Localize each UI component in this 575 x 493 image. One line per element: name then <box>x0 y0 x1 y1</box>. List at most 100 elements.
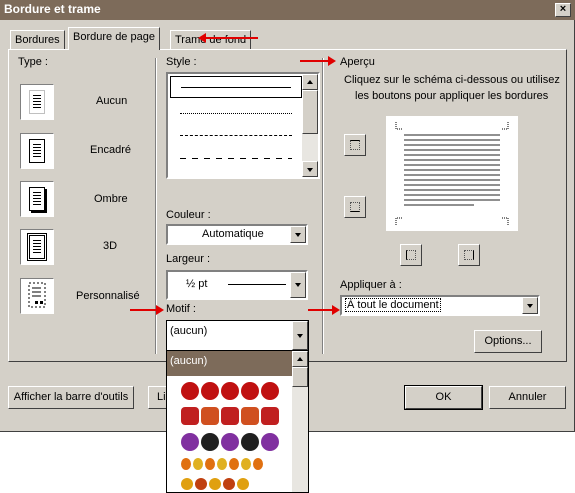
couleur-select[interactable]: Automatique <box>166 224 308 245</box>
custom-page-icon <box>28 282 46 308</box>
largeur-value: ½ pt <box>186 278 208 290</box>
tab-bordures[interactable]: Bordures <box>10 30 65 50</box>
preview-line <box>404 144 500 146</box>
motif-dropdown-button[interactable] <box>292 321 308 350</box>
ok-button[interactable]: OK <box>404 385 483 410</box>
couleur-value: Automatique <box>202 228 264 240</box>
motif-dropdown-list[interactable]: (aucun) <box>166 350 309 493</box>
page-none-icon[interactable] <box>20 84 54 120</box>
style-scrollbar[interactable] <box>302 74 318 177</box>
apercu-instruction-1: Cliquez sur le schéma ci-dessous ou util… <box>344 74 560 86</box>
preview-line <box>404 149 500 151</box>
close-button[interactable]: × <box>555 3 571 17</box>
style-dashed-line[interactable] <box>180 135 292 136</box>
fruit-icon[interactable] <box>181 478 249 490</box>
page-custom-icon[interactable] <box>20 278 54 314</box>
largeur-dropdown-button[interactable] <box>290 272 306 298</box>
options-button[interactable]: Options... <box>474 330 542 353</box>
border-preview[interactable] <box>386 116 518 231</box>
annotation-arrow <box>130 305 164 315</box>
border-right-icon <box>464 250 474 260</box>
up-arrow-icon <box>297 357 303 361</box>
preview-line <box>404 134 500 136</box>
style-dotted-line[interactable] <box>180 113 292 114</box>
type-ombre-label[interactable]: Ombre <box>94 193 128 205</box>
purple-candy-icon[interactable] <box>181 433 279 451</box>
title-bar: Bordure et trame × <box>0 0 575 20</box>
type-encadre-label[interactable]: Encadré <box>90 144 131 156</box>
tab-label: Bordure de page <box>73 31 155 43</box>
left-border-button[interactable] <box>400 244 422 266</box>
preview-line <box>404 199 500 201</box>
annotation-arrow <box>300 56 336 66</box>
type-3d-label[interactable]: 3D <box>103 240 117 252</box>
heart-basket-icon[interactable] <box>181 407 279 425</box>
appliquer-value: À tout le document <box>345 298 441 312</box>
preview-line <box>404 169 500 171</box>
scroll-up-button[interactable] <box>292 351 308 367</box>
preview-line <box>404 179 500 181</box>
type-aucun-label[interactable]: Aucun <box>96 95 127 107</box>
tab-label: Bordures <box>15 34 60 46</box>
appliquer-select[interactable]: À tout le document <box>340 295 540 316</box>
apercu-label: Aperçu <box>340 56 375 68</box>
type-label: Type : <box>18 56 48 68</box>
border-bottom-icon <box>350 202 360 212</box>
appliquer-dropdown-button[interactable] <box>522 297 538 314</box>
apercu-instruction-2: les boutons pour appliquer les bordures <box>355 90 549 102</box>
down-arrow-icon <box>307 168 313 172</box>
border-top-icon <box>350 140 360 150</box>
annotation-arrow <box>308 305 340 315</box>
chevron-down-icon <box>295 283 301 287</box>
preview-line <box>404 204 474 206</box>
right-border-button[interactable] <box>458 244 480 266</box>
page-box-icon[interactable] <box>20 133 54 169</box>
style-listbox[interactable] <box>166 72 320 179</box>
type-personnalise-label[interactable]: Personnalisé <box>76 290 140 302</box>
largeur-line-preview <box>228 284 286 285</box>
top-border-button[interactable] <box>344 134 366 156</box>
up-arrow-icon <box>307 80 313 84</box>
style-long-dash-line[interactable] <box>180 158 292 159</box>
preview-line <box>404 174 500 176</box>
chevron-down-icon <box>527 304 533 308</box>
motif-select[interactable]: (aucun) <box>166 320 309 351</box>
preview-line <box>404 159 500 161</box>
show-toolbar-button[interactable]: Afficher la barre d'outils <box>8 386 134 409</box>
preview-line <box>404 194 500 196</box>
cancel-button[interactable]: Annuler <box>489 386 566 409</box>
tab-trame-de-fond[interactable]: Trame de fond <box>170 30 252 50</box>
scroll-down-button[interactable] <box>302 161 318 177</box>
bottom-border-button[interactable] <box>344 196 366 218</box>
motif-option-aucun[interactable]: (aucun) <box>167 351 294 376</box>
page-3d-icon[interactable] <box>20 229 54 265</box>
largeur-label: Largeur : <box>166 253 211 265</box>
preview-line <box>404 164 500 166</box>
page-shadow-icon[interactable] <box>20 181 54 217</box>
style-selected-row[interactable] <box>170 76 302 98</box>
red-balloon-icon[interactable] <box>181 382 279 400</box>
motif-option-label: (aucun) <box>170 355 208 367</box>
style-label: Style : <box>166 56 197 68</box>
preview-line <box>404 184 500 186</box>
preview-line <box>404 139 500 141</box>
flame-icon[interactable] <box>181 458 263 470</box>
couleur-label: Couleur : <box>166 209 211 221</box>
motif-list-scrollbar[interactable] <box>292 351 308 492</box>
largeur-select[interactable]: ½ pt <box>166 270 308 300</box>
motif-value: (aucun) <box>170 325 208 337</box>
chevron-down-icon <box>297 334 303 338</box>
annotation-arrow <box>198 33 258 43</box>
preview-line <box>404 189 500 191</box>
scroll-up-button[interactable] <box>302 74 318 90</box>
window-title: Bordure et trame <box>4 2 101 16</box>
scroll-thumb[interactable] <box>302 90 318 134</box>
chevron-down-icon <box>295 233 301 237</box>
tab-bordure-de-page[interactable]: Bordure de page <box>68 27 160 50</box>
tab-label: Trame de fond <box>175 34 247 46</box>
scroll-thumb[interactable] <box>292 367 308 387</box>
couleur-dropdown-button[interactable] <box>290 226 306 243</box>
border-left-icon <box>406 250 416 260</box>
motif-label: Motif : <box>166 303 196 315</box>
preview-line <box>404 154 500 156</box>
